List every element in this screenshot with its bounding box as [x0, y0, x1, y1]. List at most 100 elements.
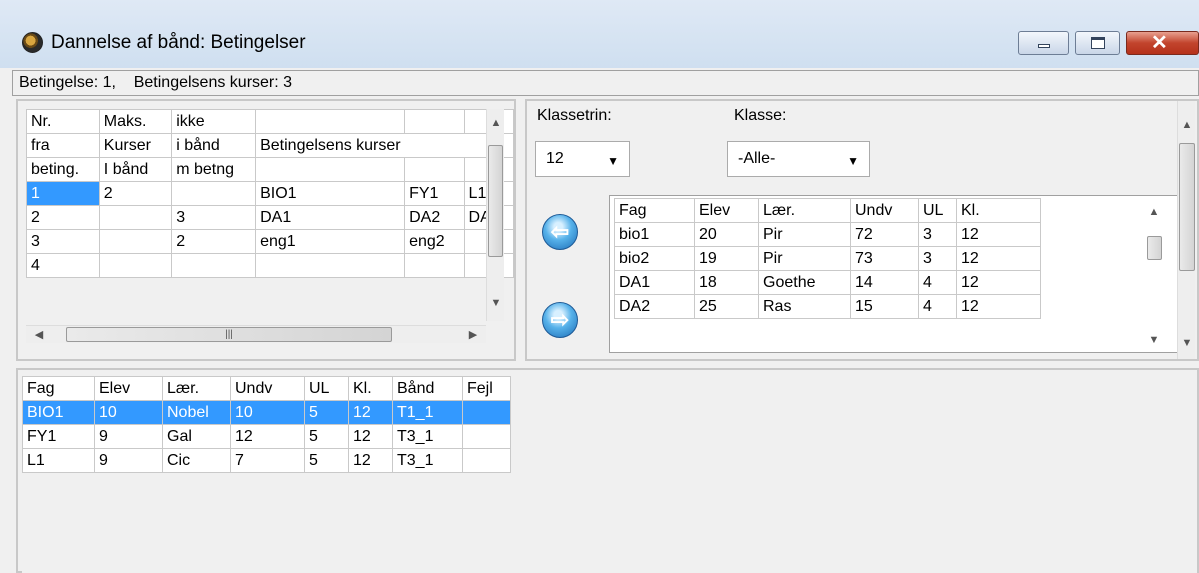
- table-cell[interactable]: DA1: [614, 270, 695, 295]
- table-cell[interactable]: 9: [94, 448, 163, 473]
- scroll-thumb[interactable]: [1147, 236, 1162, 260]
- grid-header-cell[interactable]: m betng: [171, 157, 257, 182]
- close-button[interactable]: ✕: [1126, 31, 1199, 55]
- table-cell[interactable]: 3: [918, 222, 957, 247]
- table-cell[interactable]: 9: [94, 424, 163, 449]
- grid-header-cell[interactable]: Betingelsens kurser: [255, 133, 405, 158]
- table-cell[interactable]: [171, 253, 257, 278]
- table-row[interactable]: FY1 9 Gal 12 5 12 T3_1: [22, 424, 511, 449]
- table-row[interactable]: 3 2 eng1 eng2: [26, 229, 515, 254]
- column-header[interactable]: Bånd: [392, 376, 463, 401]
- table-cell[interactable]: 4: [918, 294, 957, 319]
- grid-header-cell[interactable]: [404, 157, 465, 182]
- table-cell[interactable]: 12: [956, 246, 1041, 271]
- selected-courses-grid[interactable]: Fag Elev Lær. Undv UL Kl. Bånd Fejl BIO1 10 Nobel 1…: [22, 376, 511, 473]
- scroll-down-icon[interactable]: ▼: [487, 297, 505, 309]
- panel-vertical-scrollbar[interactable]: ▲ ▼: [1177, 101, 1195, 359]
- table-cell[interactable]: FY1: [404, 181, 465, 206]
- table-cell[interactable]: 25: [694, 294, 759, 319]
- table-cell[interactable]: eng1: [255, 229, 406, 254]
- table-row[interactable]: 1 2 BIO1 FY1 L1: [26, 181, 515, 206]
- column-header[interactable]: Lær.: [758, 198, 851, 223]
- table-cell[interactable]: 12: [230, 424, 305, 449]
- table-cell[interactable]: eng2: [404, 229, 465, 254]
- table-cell[interactable]: 2: [171, 229, 257, 254]
- table-cell[interactable]: 4: [918, 270, 957, 295]
- table-row[interactable]: L1 9 Cic 7 5 12 T3_1: [22, 448, 511, 473]
- grid-header-cell[interactable]: [255, 157, 406, 182]
- table-cell[interactable]: DA2: [614, 294, 695, 319]
- scroll-up-icon[interactable]: ▲: [1145, 206, 1163, 218]
- column-header[interactable]: Kl.: [348, 376, 393, 401]
- table-row[interactable]: 4: [26, 253, 515, 278]
- grid-header-row[interactable]: Nr. Maks. ikke: [26, 109, 515, 134]
- table-cell[interactable]: L1: [22, 448, 95, 473]
- column-header[interactable]: Fag: [22, 376, 95, 401]
- scroll-down-icon[interactable]: ▼: [1145, 334, 1163, 346]
- table-cell[interactable]: 3: [26, 229, 100, 254]
- table-cell[interactable]: 19: [694, 246, 759, 271]
- table-cell[interactable]: 15: [850, 294, 919, 319]
- grid-header-cell[interactable]: ikke: [171, 109, 257, 134]
- table-cell[interactable]: 12: [956, 294, 1041, 319]
- column-header[interactable]: Lær.: [162, 376, 231, 401]
- table-cell[interactable]: T1_1: [392, 400, 463, 425]
- scroll-thumb[interactable]: [488, 145, 503, 257]
- table-cell[interactable]: 7: [230, 448, 305, 473]
- table-row[interactable]: bio2 19 Pir 73 3 12: [614, 246, 1041, 271]
- column-header[interactable]: UL: [304, 376, 349, 401]
- table-cell[interactable]: T3_1: [392, 448, 463, 473]
- table-cell[interactable]: BIO1: [22, 400, 95, 425]
- scroll-left-icon[interactable]: ◀: [30, 328, 48, 341]
- add-left-button[interactable]: ⇦: [542, 214, 578, 250]
- table-cell[interactable]: 3: [918, 246, 957, 271]
- table-cell[interactable]: 12: [348, 448, 393, 473]
- table-row[interactable]: 2 3 DA1 DA2 DA3: [26, 205, 515, 230]
- table-cell[interactable]: Pir: [758, 246, 851, 271]
- table-row[interactable]: BIO1 10 Nobel 10 5 12 T1_1: [22, 400, 511, 425]
- scroll-up-icon[interactable]: ▲: [487, 117, 505, 129]
- grid-header-cell[interactable]: [255, 109, 406, 134]
- grid-header-cell[interactable]: Kurser: [98, 133, 173, 158]
- column-header[interactable]: Undv: [850, 198, 919, 223]
- table-cell[interactable]: [98, 253, 173, 278]
- grid-header-cell[interactable]: [404, 133, 465, 158]
- table-cell[interactable]: [462, 448, 511, 473]
- table-cell[interactable]: Pir: [758, 222, 851, 247]
- column-header[interactable]: Fejl: [462, 376, 511, 401]
- remove-right-button[interactable]: ⇨: [542, 302, 578, 338]
- table-cell[interactable]: [171, 181, 257, 206]
- table-cell[interactable]: DA1: [255, 205, 406, 230]
- table-cell[interactable]: 5: [304, 400, 349, 425]
- grid-header-row[interactable]: fra Kurser i bånd Betingelsens kurser: [26, 133, 515, 158]
- table-cell[interactable]: [462, 424, 511, 449]
- table-cell[interactable]: 10: [94, 400, 163, 425]
- maximize-button[interactable]: [1075, 31, 1120, 55]
- courses-grid[interactable]: Fag Elev Lær. Undv UL Kl. bio1 20 Pir 72 3 12 bio2 19…: [614, 198, 1041, 319]
- table-cell[interactable]: 1: [26, 181, 100, 206]
- minimize-button[interactable]: [1018, 31, 1069, 55]
- table-cell[interactable]: 73: [850, 246, 919, 271]
- table-cell[interactable]: DA2: [404, 205, 465, 230]
- table-cell[interactable]: 72: [850, 222, 919, 247]
- table-cell[interactable]: bio2: [614, 246, 695, 271]
- klassetrin-select[interactable]: 12 ▼: [535, 141, 630, 177]
- table-cell[interactable]: Gal: [162, 424, 231, 449]
- table-cell[interactable]: [255, 253, 406, 278]
- grid-header-row[interactable]: beting. I bånd m betng: [26, 157, 515, 182]
- column-header[interactable]: Undv: [230, 376, 305, 401]
- table-cell[interactable]: 12: [956, 222, 1041, 247]
- column-header[interactable]: Elev: [694, 198, 759, 223]
- table-cell[interactable]: Nobel: [162, 400, 231, 425]
- column-header[interactable]: Elev: [94, 376, 163, 401]
- table-cell[interactable]: [98, 205, 173, 230]
- table-cell[interactable]: Cic: [162, 448, 231, 473]
- scroll-right-icon[interactable]: ▶: [464, 328, 482, 341]
- column-header[interactable]: Fag: [614, 198, 695, 223]
- grid-header-row[interactable]: Fag Elev Lær. Undv UL Kl. Bånd Fejl: [22, 376, 511, 401]
- table-cell[interactable]: 2: [26, 205, 100, 230]
- table-cell[interactable]: 4: [26, 253, 100, 278]
- column-header[interactable]: UL: [918, 198, 957, 223]
- table-row[interactable]: bio1 20 Pir 72 3 12: [614, 222, 1041, 247]
- table-cell[interactable]: 12: [348, 424, 393, 449]
